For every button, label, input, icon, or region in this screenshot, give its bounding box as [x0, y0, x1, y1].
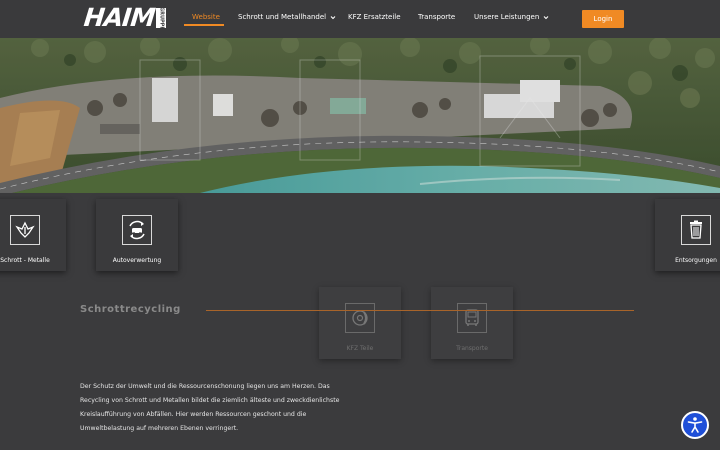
tile-entsorgungen[interactable]: Entsorgungen — [655, 199, 720, 271]
brake-disc-icon — [345, 303, 375, 333]
chevron-down-icon — [330, 15, 336, 19]
tile-label: Schrott - Metalle — [0, 257, 50, 264]
nav-item-website[interactable]: Website — [192, 13, 220, 21]
chevron-down-icon — [543, 15, 549, 19]
nav-item-label: Website — [192, 13, 220, 21]
accessibility-button[interactable] — [681, 411, 709, 439]
nav-item-schrott-metallhandel[interactable]: Schrott und Metallhandel — [238, 13, 336, 21]
logo-text: HAIM — [82, 3, 157, 32]
section-title: Schrottrecycling — [80, 304, 181, 315]
trash-bin-icon — [681, 215, 711, 245]
site-header: HAIM GRUPPE Website Schrott und Metallha… — [0, 0, 720, 38]
nav-item-label: Transporte — [418, 13, 456, 21]
nav-item-label: Unsere Leistungen — [474, 13, 540, 21]
tile-autoverwertung[interactable]: Autoverwertung — [96, 199, 178, 271]
section-divider — [206, 310, 634, 311]
hero-aerial-image — [0, 38, 720, 193]
section-body-text: Der Schutz der Umwelt und die Ressourcen… — [80, 383, 340, 432]
nav-active-indicator — [184, 24, 224, 26]
nav-item-unsere-leistungen[interactable]: Unsere Leistungen — [474, 13, 549, 21]
tile-transporte[interactable]: Transporte — [431, 287, 513, 359]
logo-badge: GRUPPE — [156, 6, 167, 30]
nav-item-label: Schrott und Metallhandel — [238, 13, 327, 21]
tile-schrott-metalle[interactable]: Schrott - Metalle — [0, 199, 66, 271]
nav-item-label: KFZ Ersatzteile — [348, 13, 401, 21]
car-recycling-icon — [122, 215, 152, 245]
nav-item-transporte[interactable]: Transporte — [418, 13, 455, 21]
tile-label: KFZ Teile — [346, 345, 374, 352]
tile-label: Transporte — [456, 345, 488, 352]
login-button[interactable]: Login — [582, 10, 624, 28]
aerial-photo — [0, 38, 720, 193]
nav-item-kfz-ersatzteile[interactable]: KFZ Ersatzteile — [348, 13, 401, 21]
tile-kfz-teile[interactable]: KFZ Teile — [319, 287, 401, 359]
accessibility-icon — [687, 417, 703, 433]
tile-label: Autoverwertung — [112, 257, 162, 264]
bus-icon — [457, 303, 487, 333]
scrap-metal-icon — [10, 215, 40, 245]
logo[interactable]: HAIM GRUPPE — [82, 3, 167, 32]
tile-label: Entsorgungen — [675, 257, 717, 264]
